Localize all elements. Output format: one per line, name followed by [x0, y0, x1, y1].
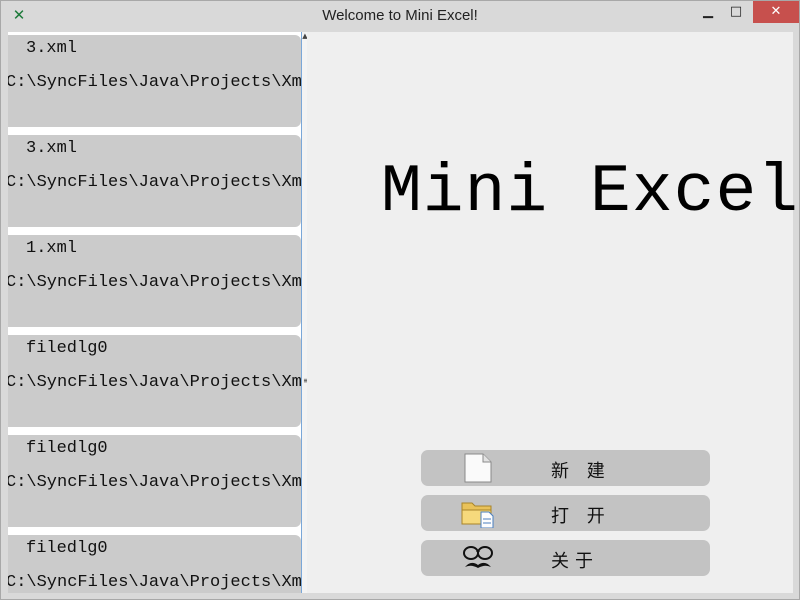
window-title: Welcome to Mini Excel!	[322, 7, 478, 24]
file-name: filedlg0	[26, 539, 108, 558]
blank-document-icon	[464, 453, 492, 483]
welcome-pane: Mini Excel 新 建 打 开 关于	[307, 32, 798, 593]
file-path: C:\SyncFiles\Java\Projects\Xml	[8, 273, 301, 292]
recent-file-item[interactable]: 1.xml C:\SyncFiles\Java\Projects\Xml	[8, 235, 301, 327]
title-bar[interactable]: ✕ Welcome to Mini Excel! ▁ □ ✕	[1, 1, 799, 31]
maximize-button[interactable]: □	[723, 1, 749, 23]
file-path: C:\SyncFiles\Java\Projects\Xml	[8, 373, 301, 392]
file-path: C:\SyncFiles\Java\Projects\Xml	[8, 473, 301, 492]
recent-file-item[interactable]: filedlg0 C:\SyncFiles\Java\Projects\Xml	[8, 435, 301, 527]
recent-file-item[interactable]: 3.xml C:\SyncFiles\Java\Projects\Xml	[8, 35, 301, 127]
open-button-label: 打 开	[551, 506, 611, 527]
about-button[interactable]: 关于	[421, 540, 710, 576]
file-name: filedlg0	[26, 339, 108, 358]
file-name: filedlg0	[26, 439, 108, 458]
file-name: 3.xml	[26, 39, 78, 58]
recent-file-item[interactable]: 3.xml C:\SyncFiles\Java\Projects\Xml	[8, 135, 301, 227]
close-button[interactable]: ✕	[753, 1, 799, 23]
recent-files-list[interactable]: 3.xml C:\SyncFiles\Java\Projects\Xml 3.x…	[8, 32, 301, 593]
file-path: C:\SyncFiles\Java\Projects\Xml	[8, 73, 301, 92]
minimize-button[interactable]: ▁	[695, 1, 721, 23]
app-window: ✕ Welcome to Mini Excel! ▁ □ ✕ 3.xml C:\…	[0, 0, 800, 600]
about-button-label: 关于	[551, 551, 599, 572]
open-button[interactable]: 打 开	[421, 495, 710, 531]
file-path: C:\SyncFiles\Java\Projects\Xml	[8, 573, 301, 592]
recent-file-item[interactable]: filedlg0 C:\SyncFiles\Java\Projects\Xml	[8, 335, 301, 427]
new-button[interactable]: 新 建	[421, 450, 710, 486]
app-title: Mini Excel	[381, 154, 800, 231]
new-button-label: 新 建	[551, 461, 611, 482]
client-area: 3.xml C:\SyncFiles\Java\Projects\Xml 3.x…	[8, 32, 798, 593]
folder-open-icon	[461, 502, 494, 528]
glasses-mustache-icon	[463, 546, 493, 568]
recent-file-item[interactable]: filedlg0 C:\SyncFiles\Java\Projects\Xml	[8, 535, 301, 593]
file-name: 1.xml	[26, 239, 78, 258]
file-name: 3.xml	[26, 139, 78, 158]
file-path: C:\SyncFiles\Java\Projects\Xml	[8, 173, 301, 192]
